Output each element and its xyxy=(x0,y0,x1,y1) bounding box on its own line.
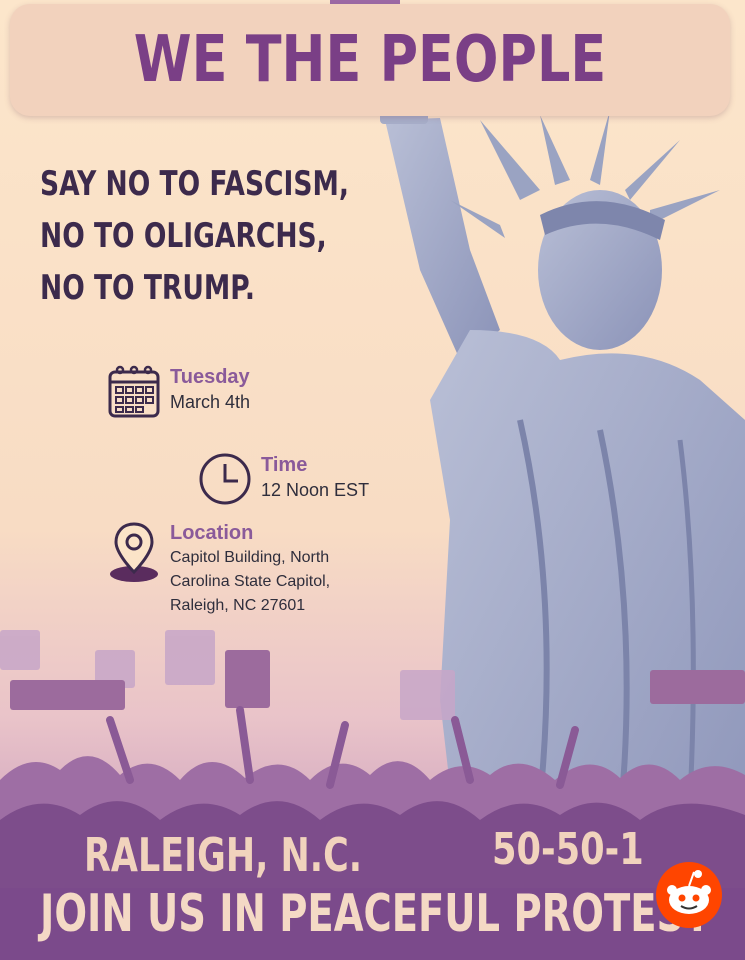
location-info: Location Capitol Building, North Carolin… xyxy=(170,520,330,618)
location-line: Raleigh, NC 27601 xyxy=(170,597,306,614)
date-info: Tuesday March 4th xyxy=(170,364,250,414)
time-value: 12 Noon EST xyxy=(261,480,370,500)
time-info: Time 12 Noon EST xyxy=(261,452,369,502)
clock-icon xyxy=(199,453,251,505)
title-banner: WE THE PEOPLE xyxy=(10,4,730,116)
calendar-icon xyxy=(108,365,160,418)
time-label: Time xyxy=(261,454,308,476)
location-line: Capitol Building, North xyxy=(170,549,330,566)
location-line: Carolina State Capitol, xyxy=(170,573,331,590)
slogan-line: NO TO OLIGARCHS, xyxy=(40,216,327,256)
reddit-icon xyxy=(656,862,722,928)
slogan-line: SAY NO TO FASCISM, xyxy=(40,164,349,204)
date-label: Tuesday xyxy=(170,366,250,388)
poster-title: WE THE PEOPLE xyxy=(133,23,607,97)
date-value: March 4th xyxy=(170,392,251,412)
location-label: Location xyxy=(170,522,254,544)
city-text: RALEIGH, N.C. xyxy=(84,828,363,882)
code-text: 50-50-1 xyxy=(492,824,644,875)
map-pin-icon xyxy=(110,522,158,582)
slogan-line: NO TO TRUMP. xyxy=(40,268,255,308)
call-to-action-text: JOIN US IN PEACEFUL PROTEST xyxy=(40,884,711,944)
protest-poster: WE THE PEOPLE SAY NO TO FASCISM, NO TO O… xyxy=(0,0,745,960)
slogan: SAY NO TO FASCISM, NO TO OLIGARCHS, NO T… xyxy=(40,158,420,314)
